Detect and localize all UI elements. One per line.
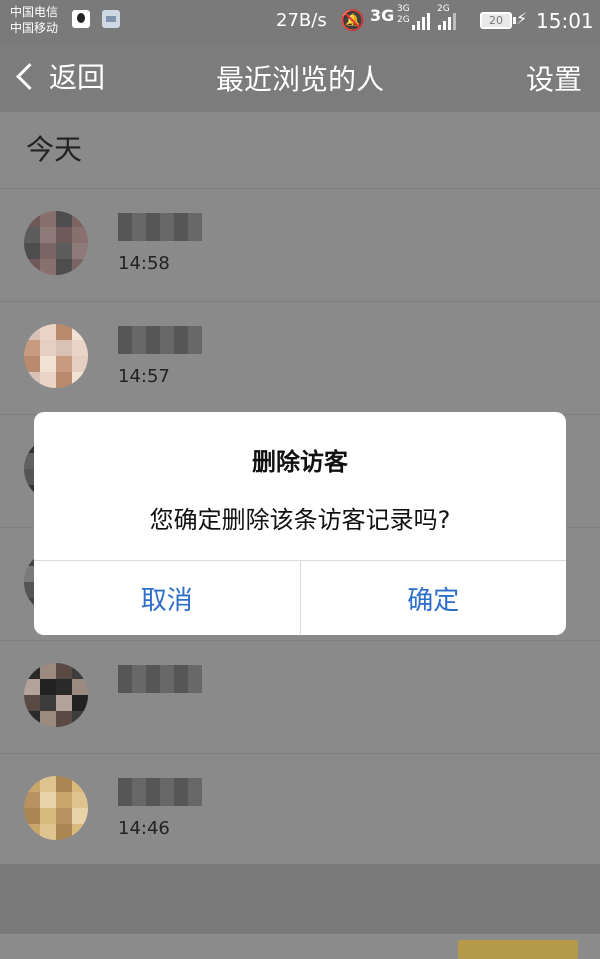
modal-overlay: 删除访客 您确定删除该条访客记录吗? 取消 确定 (0, 0, 600, 959)
dialog-buttons: 取消 确定 (34, 560, 566, 635)
cancel-button[interactable]: 取消 (34, 561, 300, 635)
dialog-title: 删除访客 (252, 448, 348, 476)
confirm-button[interactable]: 确定 (299, 561, 567, 635)
dialog-message: 您确定删除该条访客记录吗? (149, 506, 451, 534)
delete-visitor-dialog: 删除访客 您确定删除该条访客记录吗? 取消 确定 (34, 412, 566, 635)
